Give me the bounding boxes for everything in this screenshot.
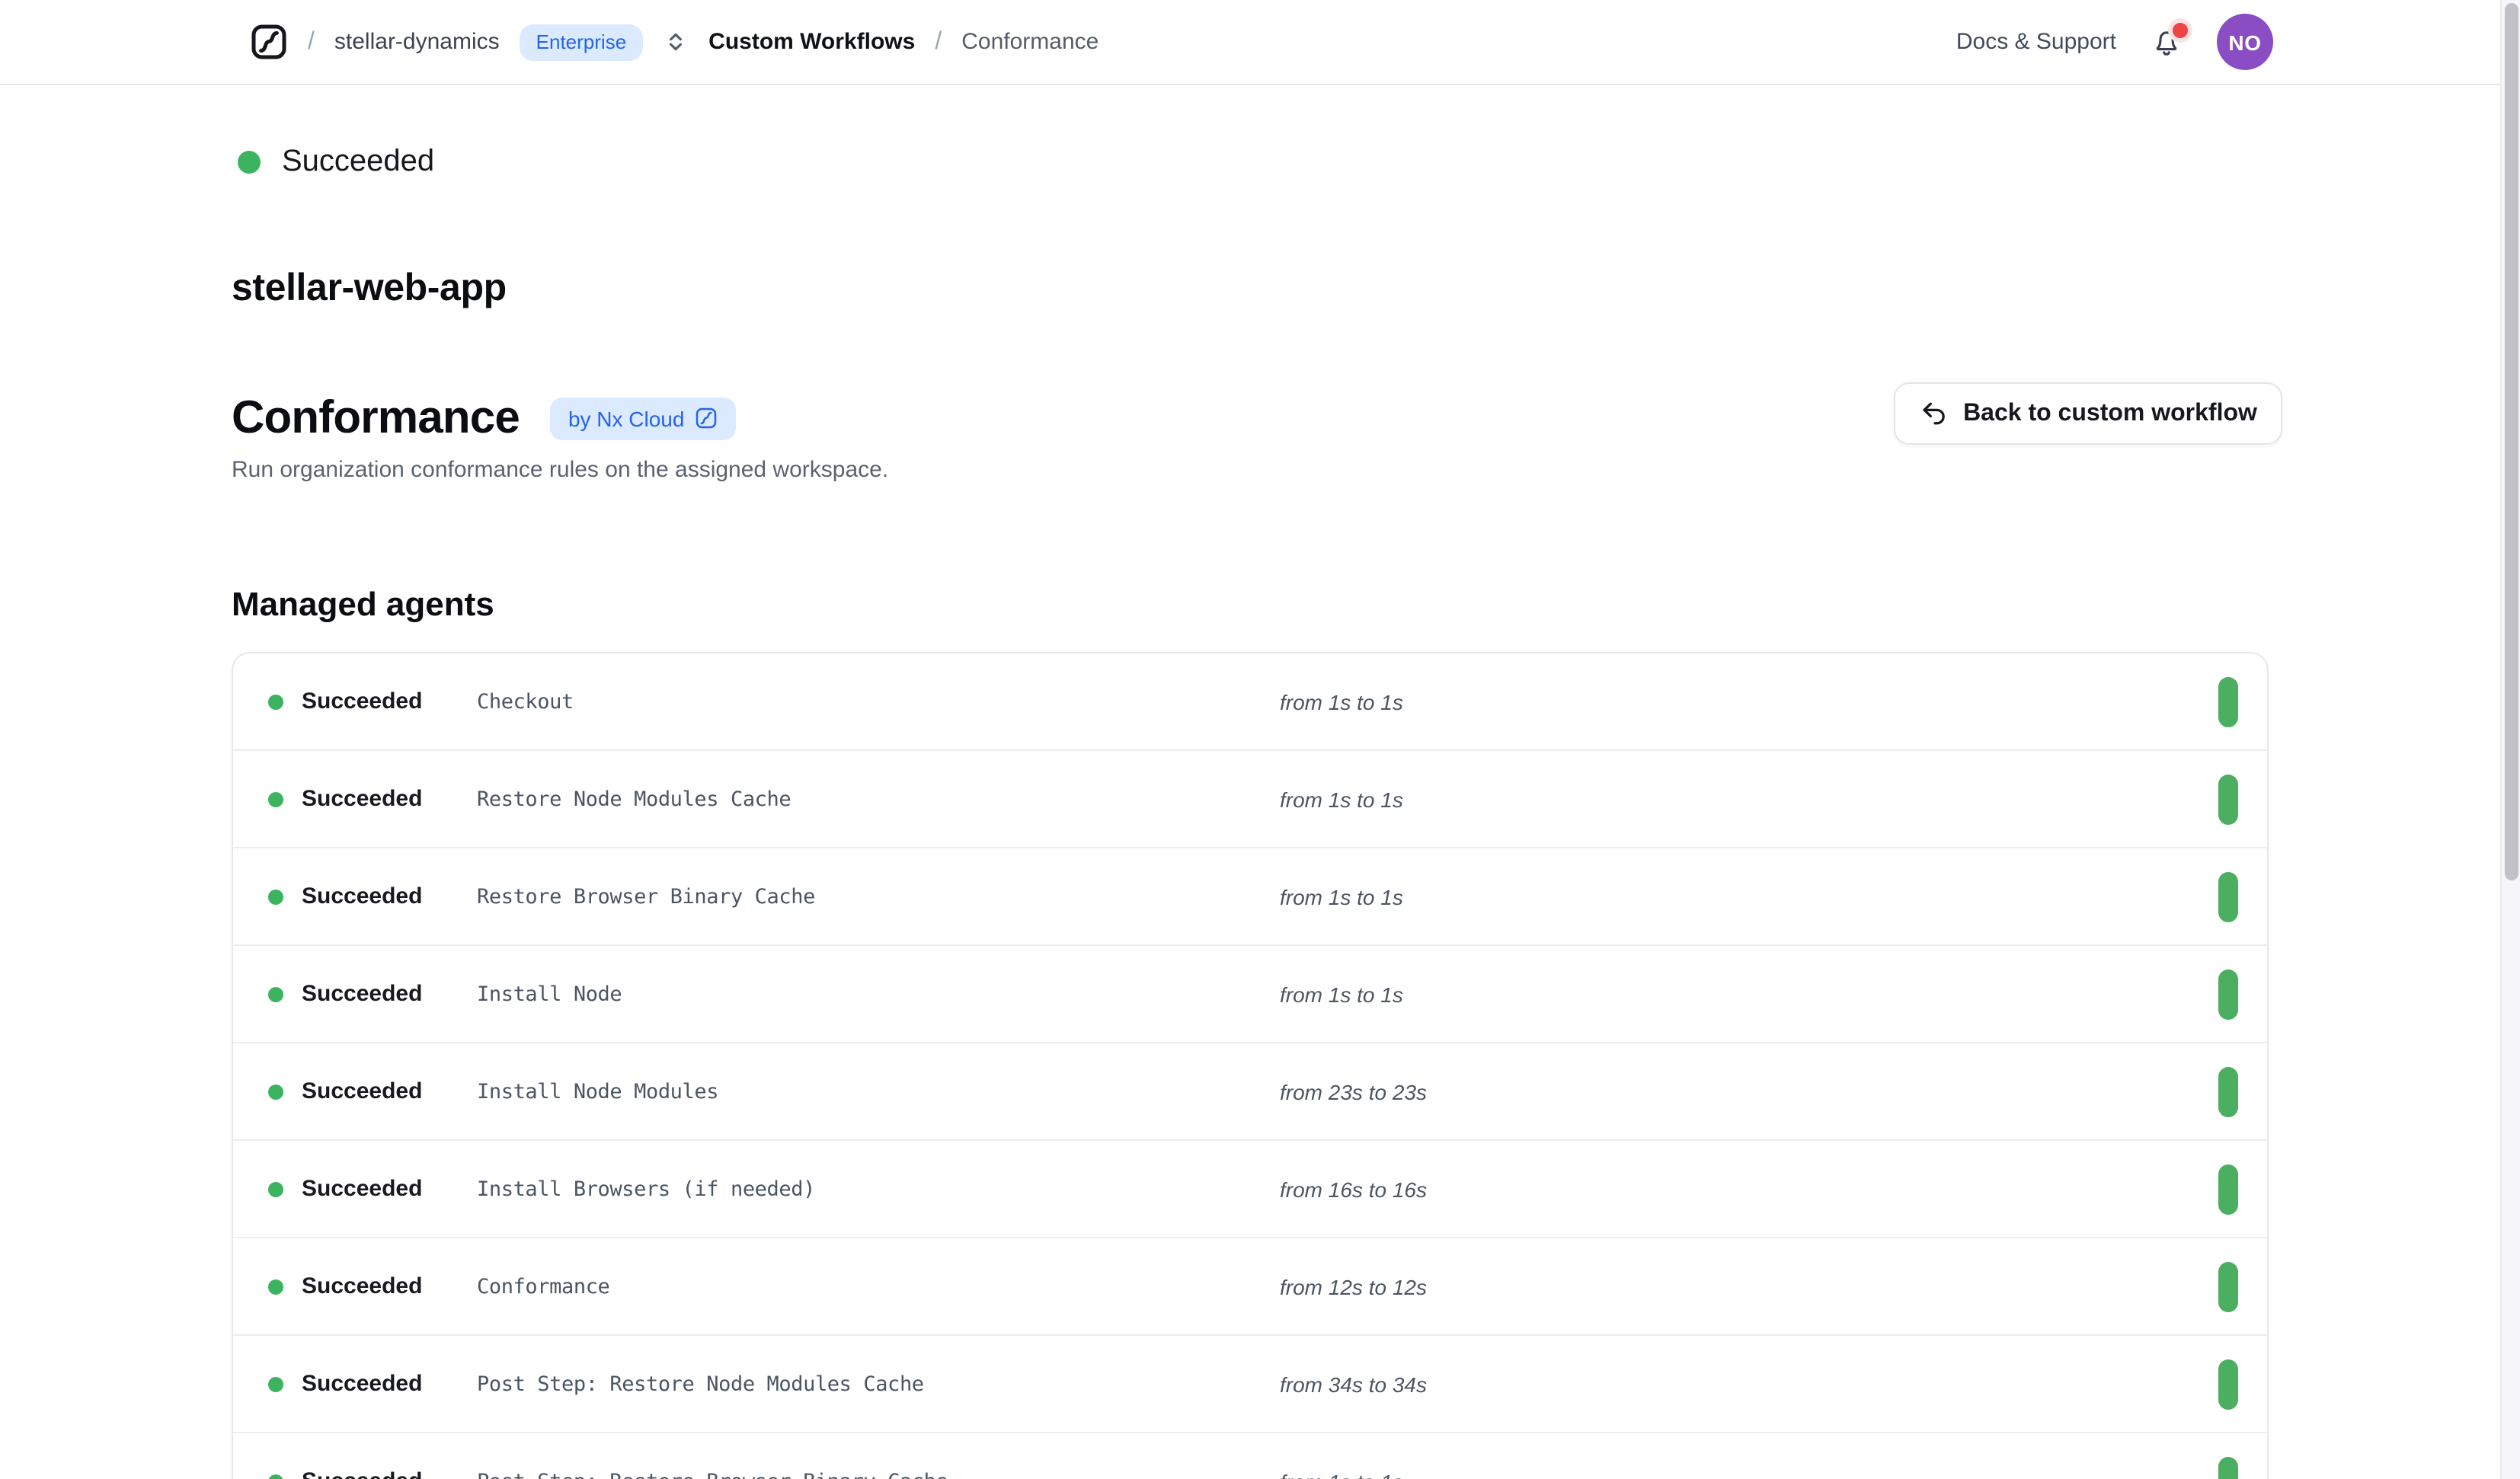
agent-status-dot	[268, 1279, 283, 1294]
agent-status-label: Succeeded	[302, 786, 422, 812]
agent-status-dot	[268, 1376, 283, 1391]
nx-cloud-badge-icon	[695, 407, 718, 430]
status-label: Succeeded	[282, 145, 434, 180]
status-dot	[238, 151, 261, 174]
agent-status-label: Succeeded	[302, 1176, 422, 1202]
workspace-title: stellar-web-app	[232, 267, 507, 311]
agent-step-name: Post Step: Restore Browser Binary Cache	[477, 1469, 948, 1479]
agent-row[interactable]: Succeeded Install Browsers (if needed) f…	[233, 1139, 2267, 1237]
run-status: Succeeded	[238, 145, 434, 180]
agent-step-name: Restore Node Modules Cache	[477, 787, 791, 811]
back-to-custom-workflow-button[interactable]: Back to custom workflow	[1894, 382, 2282, 445]
breadcrumb-org[interactable]: stellar-dynamics	[334, 29, 500, 55]
agent-row[interactable]: Succeeded Restore Node Modules Cache fro…	[233, 749, 2267, 847]
agent-progress-bar	[2218, 1066, 2238, 1116]
agent-status-dot	[268, 889, 283, 904]
managed-agents-heading: Managed agents	[232, 585, 494, 625]
scrollbar-thumb[interactable]	[2505, 3, 2518, 880]
agent-row[interactable]: Succeeded Install Node Modules from 23s …	[233, 1042, 2267, 1139]
agent-step-name: Post Step: Restore Node Modules Cache	[477, 1372, 924, 1396]
breadcrumb-page: Conformance	[961, 29, 1099, 55]
agent-progress-bar	[2218, 774, 2238, 824]
agent-status-dot	[268, 1084, 283, 1099]
agent-status-label: Succeeded	[302, 1468, 422, 1479]
navbar-right-cluster: Docs & Support NO	[1956, 14, 2273, 70]
back-button-label: Back to custom workflow	[1963, 400, 2257, 427]
agent-row[interactable]: Succeeded Post Step: Restore Browser Bin…	[233, 1432, 2267, 1479]
agent-time-range: from 34s to 34s	[1280, 1372, 1427, 1396]
agent-status-dot	[268, 791, 283, 807]
agent-step-name: Restore Browser Binary Cache	[477, 884, 815, 909]
breadcrumb-separator: /	[935, 28, 942, 56]
notification-dot	[2173, 22, 2188, 37]
scrollbar-track[interactable]	[2500, 0, 2520, 1479]
agent-step-name: Install Node	[477, 982, 622, 1006]
agent-status-label: Succeeded	[302, 981, 422, 1007]
agent-status-dot	[268, 1181, 283, 1196]
undo-arrow-icon	[1919, 399, 1948, 428]
nx-cloud-badge[interactable]: by Nx Cloud	[550, 398, 737, 440]
agent-time-range: from 23s to 23s	[1280, 1079, 1427, 1104]
managed-agents-card: Succeeded Checkout from 1s to 1s Succeed…	[232, 652, 2269, 1479]
agent-time-range: from 1s to 1s	[1280, 1469, 1403, 1479]
docs-support-link[interactable]: Docs & Support	[1956, 29, 2116, 55]
agent-step-name: Conformance	[477, 1274, 609, 1299]
agent-progress-bar	[2218, 1164, 2238, 1214]
agent-status-label: Succeeded	[302, 1273, 422, 1299]
nx-cloud-badge-label: by Nx Cloud	[568, 407, 685, 431]
breadcrumb-section[interactable]: Custom Workflows	[708, 29, 915, 55]
plan-badge: Enterprise	[520, 24, 644, 60]
agent-step-name: Checkout	[477, 689, 574, 714]
agent-step-name: Install Browsers (if needed)	[477, 1177, 815, 1201]
agent-row[interactable]: Succeeded Post Step: Restore Node Module…	[233, 1334, 2267, 1432]
agent-time-range: from 1s to 1s	[1280, 787, 1403, 811]
agent-status-label: Succeeded	[302, 883, 422, 909]
agent-progress-bar	[2218, 1456, 2238, 1479]
agent-status-dot	[268, 694, 283, 709]
breadcrumb-separator: /	[308, 28, 315, 56]
nx-logo-icon[interactable]	[250, 23, 288, 61]
breadcrumb: / stellar-dynamics Enterprise Custom Wor…	[250, 23, 1099, 61]
agent-status-label: Succeeded	[302, 688, 422, 714]
agent-status-dot	[268, 986, 283, 1001]
agent-status-label: Succeeded	[302, 1078, 422, 1104]
agent-progress-bar	[2218, 969, 2238, 1019]
workflow-description: Run organization conformance rules on th…	[232, 457, 888, 483]
agent-status-dot	[268, 1474, 283, 1479]
top-navbar: / stellar-dynamics Enterprise Custom Wor…	[0, 0, 2520, 85]
agent-step-name: Install Node Modules	[477, 1079, 718, 1104]
agent-row[interactable]: Succeeded Install Node from 1s to 1s	[233, 944, 2267, 1042]
notification-halo	[2168, 18, 2192, 42]
agent-row[interactable]: Succeeded Restore Browser Binary Cache f…	[233, 847, 2267, 944]
agent-time-range: from 1s to 1s	[1280, 982, 1403, 1006]
agent-time-range: from 16s to 16s	[1280, 1177, 1427, 1201]
agent-time-range: from 12s to 12s	[1280, 1274, 1427, 1299]
workflow-title: Conformance	[232, 393, 520, 445]
agent-time-range: from 1s to 1s	[1280, 689, 1403, 714]
avatar[interactable]: NO	[2217, 14, 2273, 70]
agent-progress-bar	[2218, 871, 2238, 922]
nx-cloud-page: / stellar-dynamics Enterprise Custom Wor…	[0, 0, 2520, 1479]
agent-status-label: Succeeded	[302, 1371, 422, 1397]
agent-row[interactable]: Succeeded Checkout from 1s to 1s	[233, 653, 2267, 749]
agent-time-range: from 1s to 1s	[1280, 884, 1403, 909]
agent-row[interactable]: Succeeded Conformance from 12s to 12s	[233, 1237, 2267, 1334]
workspace-switcher-icon[interactable]	[664, 30, 687, 53]
agent-progress-bar	[2218, 1261, 2238, 1311]
bell-icon[interactable]	[2150, 25, 2183, 59]
agent-progress-bar	[2218, 676, 2238, 727]
agent-progress-bar	[2218, 1359, 2238, 1409]
